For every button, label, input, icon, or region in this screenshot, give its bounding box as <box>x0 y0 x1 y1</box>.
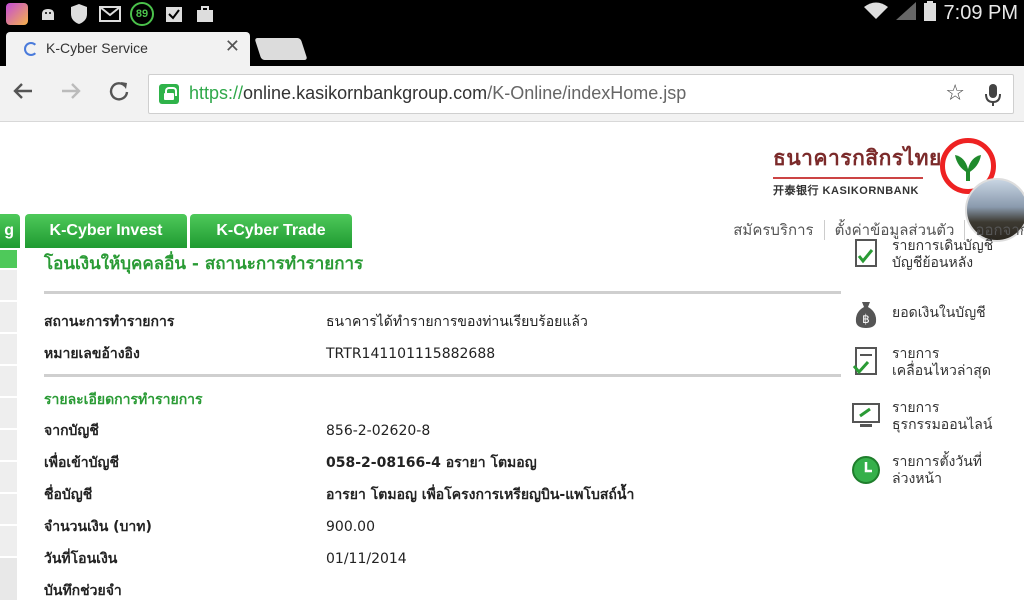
transfer-result-panel: โอนเงินให้บุคคลอื่น - สถานะการทำรายการ ส… <box>44 250 844 600</box>
battery-icon <box>923 1 936 25</box>
tab-k-cyber-trade[interactable]: K-Cyber Trade <box>190 214 352 248</box>
new-tab-button[interactable] <box>254 38 308 60</box>
menu-scheduled-transactions[interactable]: รายการตั้งวันที่ ล่วงหน้า <box>850 454 1024 488</box>
reload-button[interactable] <box>106 80 132 106</box>
browser-toolbar: https://online.kasikornbankgroup.com/K-O… <box>0 66 1024 122</box>
memo-row: บันทึกช่วยจำ <box>44 575 844 600</box>
sidebar-segment[interactable] <box>0 270 17 302</box>
row-label: สถานะการทำรายการ <box>44 314 175 330</box>
app-icon <box>6 3 28 25</box>
sidebar-segment <box>0 250 17 270</box>
divider <box>964 220 966 240</box>
from-account-row: จากบัญชี 856-2-02620-8 <box>44 415 844 447</box>
svg-text:฿: ฿ <box>862 312 870 326</box>
clock-icon <box>852 456 880 484</box>
row-value: 01/11/2014 <box>326 551 407 567</box>
menu-label: รายการ เคลื่อนไหวล่าสุด <box>892 346 991 379</box>
sidebar-segment[interactable] <box>0 302 17 334</box>
shield-icon <box>68 3 90 25</box>
sidebar-segment[interactable] <box>0 366 17 398</box>
menu-account-history[interactable]: รายการเดินบัญชี บัญชีย้อนหลัง <box>850 238 1024 272</box>
menu-account-balance[interactable]: ฿ ยอดเงินในบัญชี <box>850 298 1024 330</box>
row-label: ชื่อบัญชี <box>44 487 93 503</box>
reference-row: หมายเลขอ้างอิง TRTR141101115882688 <box>44 338 844 370</box>
row-value: 900.00 <box>326 519 375 535</box>
divider <box>44 291 841 294</box>
logo-thai: ธนาคารกสิกรไทย <box>773 145 942 170</box>
logo-underline <box>773 177 923 179</box>
sidebar-segment[interactable] <box>0 334 17 366</box>
register-link[interactable]: สมัครบริการ <box>733 218 813 242</box>
android-icon <box>37 3 59 25</box>
transfer-date-row: วันที่โอนเงิน 01/11/2014 <box>44 543 844 575</box>
close-tab-icon[interactable]: ✕ <box>225 36 240 57</box>
menu-recent-transactions[interactable]: รายการ เคลื่อนไหวล่าสุด <box>850 346 1024 380</box>
left-sidebar-edge <box>0 250 17 600</box>
row-label: บันทึกช่วยจำ <box>44 583 122 599</box>
secure-lock-icon <box>159 84 179 104</box>
details-heading: รายละเอียดการทำรายการ <box>44 392 203 408</box>
address-bar[interactable]: https://online.kasikornbankgroup.com/K-O… <box>148 74 1014 114</box>
sidebar-segment[interactable] <box>0 462 17 494</box>
sidebar-segment[interactable] <box>0 430 17 462</box>
row-value: TRTR141101115882688 <box>326 346 496 362</box>
tab-k-cyber-invest[interactable]: K-Cyber Invest <box>25 214 187 248</box>
logo-english: 开泰银行 KASIKORNBANK <box>773 185 919 197</box>
menu-label: ยอดเงินในบัญชี <box>892 305 986 321</box>
statement-icon <box>855 239 877 267</box>
account-name-row: ชื่อบัญชี อารยา โตมอญ เพื่อโครงการเหรียญ… <box>44 479 844 511</box>
divider <box>44 374 841 377</box>
row-value: ธนาคารได้ทำรายการของท่านเรียบร้อยแล้ว <box>326 314 588 330</box>
web-page: ธนาคารกสิกรไทย 开泰银行 KASIKORNBANK g K-Cyb… <box>0 122 1024 600</box>
back-button[interactable] <box>10 80 36 106</box>
wifi-icon <box>863 2 888 24</box>
checklist-icon <box>852 347 877 375</box>
tab-k-cyber-banking[interactable]: g <box>0 214 20 248</box>
briefcase-icon <box>194 3 216 25</box>
battery-saver-icon: 89 <box>130 2 154 26</box>
status-row: สถานะการทำรายการ ธนาคารได้ทำรายการของท่า… <box>44 306 844 338</box>
bookmark-star-icon[interactable]: ☆ <box>945 81 965 106</box>
android-status-bar: 89 7:09 PM <box>0 0 1024 26</box>
signal-icon <box>895 2 916 24</box>
clock: 7:09 PM <box>943 1 1018 24</box>
row-value: 058-2-08166-4 อรายา โตมอญ <box>326 455 537 471</box>
microphone-icon[interactable] <box>985 83 1001 107</box>
mail-icon <box>99 3 121 25</box>
url-text[interactable]: https://online.kasikornbankgroup.com/K-O… <box>189 83 686 104</box>
row-value: อารยา โตมอญ เพื่อโครงการเหรียญบิน-แพโบสถ… <box>326 487 635 503</box>
row-label: จากบัญชี <box>44 423 99 439</box>
row-label: หมายเลขอ้างอิง <box>44 346 140 362</box>
menu-label: รายการเดินบัญชี บัญชีย้อนหลัง <box>892 238 994 271</box>
row-value: 856-2-02620-8 <box>326 423 431 439</box>
page-title: โอนเงินให้บุคคลอื่น - สถานะการทำรายการ <box>44 254 364 274</box>
monitor-icon <box>852 403 880 427</box>
menu-online-transactions[interactable]: รายการ ธุรกรรมออนไลน์ <box>850 400 1024 434</box>
divider <box>823 220 825 240</box>
check-box-icon <box>163 3 185 25</box>
menu-label: รายการ ธุรกรรมออนไลน์ <box>892 400 993 433</box>
menu-label: รายการตั้งวันที่ ล่วงหน้า <box>892 454 983 487</box>
row-label: วันที่โอนเงิน <box>44 551 118 567</box>
money-bag-icon: ฿ <box>855 302 877 328</box>
amount-row: จำนวนเงิน (บาท) 900.00 <box>44 511 844 543</box>
sidebar-segment[interactable] <box>0 526 17 558</box>
notification-icons: 89 <box>6 2 216 26</box>
row-label: เพื่อเข้าบัญชี <box>44 455 119 471</box>
row-label: จำนวนเงิน (บาท) <box>44 519 152 535</box>
sidebar-segment[interactable] <box>0 494 17 526</box>
sidebar-segment[interactable] <box>0 398 17 430</box>
tab-title: K-Cyber Service <box>46 40 148 56</box>
forward-button[interactable] <box>58 80 84 106</box>
system-status: 7:09 PM <box>863 0 1018 26</box>
browser-tab[interactable]: K-Cyber Service ✕ <box>6 32 250 66</box>
to-account-row: เพื่อเข้าบัญชี 058-2-08166-4 อรายา โตมอญ <box>44 447 844 479</box>
loading-spinner-icon <box>24 42 38 56</box>
bank-logo-text: ธนาคารกสิกรไทย 开泰银行 KASIKORNBANK <box>773 142 942 198</box>
browser-tab-strip: K-Cyber Service ✕ <box>0 26 1024 66</box>
